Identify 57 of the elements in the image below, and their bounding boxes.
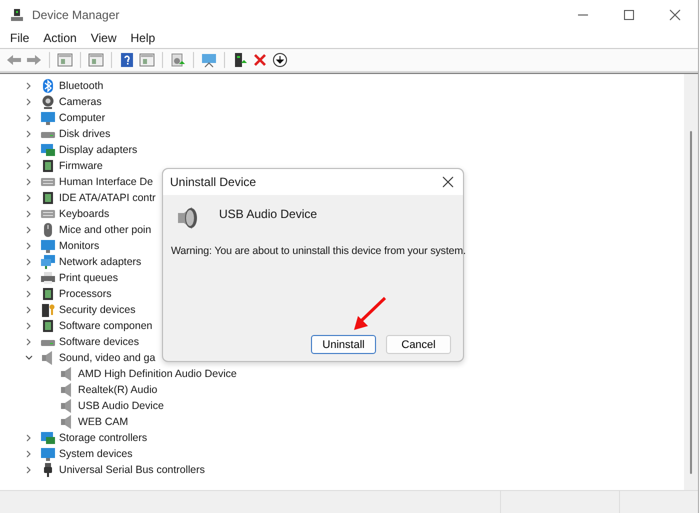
network-icon xyxy=(40,254,56,270)
bluetooth-icon xyxy=(40,78,56,94)
app-icon xyxy=(10,8,24,22)
chip-icon xyxy=(40,158,56,174)
tree-item[interactable]: System devices xyxy=(59,448,133,460)
tree-item[interactable]: Disk drives xyxy=(59,128,110,140)
printer-icon xyxy=(40,270,56,286)
dialog-button[interactable]: Cancel xyxy=(386,335,451,354)
dialog-button[interactable]: Uninstall xyxy=(311,335,376,354)
download-icon[interactable] xyxy=(272,52,288,68)
tree-item[interactable]: AMD High Definition Audio Device xyxy=(78,368,237,380)
tree-item[interactable]: Mice and other poin xyxy=(59,224,152,236)
speaker-icon xyxy=(175,205,199,231)
window-title: Device Manager xyxy=(32,8,120,22)
annotation-arrow xyxy=(352,296,388,332)
tree-item[interactable]: Human Interface De xyxy=(59,176,153,188)
tree-item[interactable]: USB Audio Device xyxy=(78,400,164,412)
tree-item[interactable]: Computer xyxy=(59,112,106,124)
back-arrow-icon[interactable] xyxy=(6,52,22,68)
tree-item[interactable]: IDE ATA/ATAPI contr xyxy=(59,192,156,204)
device-name: USB Audio Device xyxy=(219,207,318,221)
chip-icon xyxy=(40,190,56,206)
menu-item[interactable]: Help xyxy=(124,30,162,48)
tree-item[interactable]: Sound, video and ga xyxy=(59,352,156,364)
scrollbar[interactable] xyxy=(684,74,698,490)
tree-item[interactable]: Software devices xyxy=(59,336,139,348)
tree-item[interactable]: Realtek(R) Audio xyxy=(78,384,158,396)
close-icon[interactable] xyxy=(252,52,268,68)
forward-arrow-icon[interactable] xyxy=(26,52,42,68)
tree-item[interactable]: Security devices xyxy=(59,304,136,316)
monitor-icon[interactable] xyxy=(201,52,217,68)
dialog-title: Uninstall Device xyxy=(170,175,258,189)
tree-item[interactable]: Bluetooth xyxy=(59,80,104,92)
tree-item[interactable]: Firmware xyxy=(59,160,103,172)
monitor-icon xyxy=(40,238,56,254)
warning-text: Warning: You are about to uninstall this device from your system. xyxy=(170,244,463,257)
tree-item[interactable]: Print queues xyxy=(59,272,118,284)
tree-item[interactable]: Storage controllers xyxy=(59,432,148,444)
tree-item[interactable]: Software componen xyxy=(59,320,152,332)
tree-item[interactable]: Universal Serial Bus controllers xyxy=(59,464,205,476)
tree-item[interactable]: Keyboards xyxy=(59,208,110,220)
key-icon xyxy=(40,302,56,318)
monitor-icon xyxy=(40,110,56,126)
tree-item[interactable]: Processors xyxy=(59,288,112,300)
chip-icon xyxy=(40,318,56,334)
tree-item[interactable]: Cameras xyxy=(59,96,102,108)
tree-item[interactable]: Display adapters xyxy=(59,144,138,156)
help-icon[interactable] xyxy=(119,52,135,68)
menu-item[interactable]: View xyxy=(84,30,122,48)
tree-item[interactable]: WEB CAM xyxy=(78,416,128,428)
tree-item[interactable]: Monitors xyxy=(59,240,100,252)
menu-item[interactable]: File xyxy=(4,30,36,48)
camera-icon xyxy=(40,94,56,110)
menu-item[interactable]: Action xyxy=(37,30,83,48)
monitor-icon xyxy=(40,446,56,462)
chip-icon xyxy=(40,286,56,302)
tree-item[interactable]: Network adapters xyxy=(59,256,142,268)
